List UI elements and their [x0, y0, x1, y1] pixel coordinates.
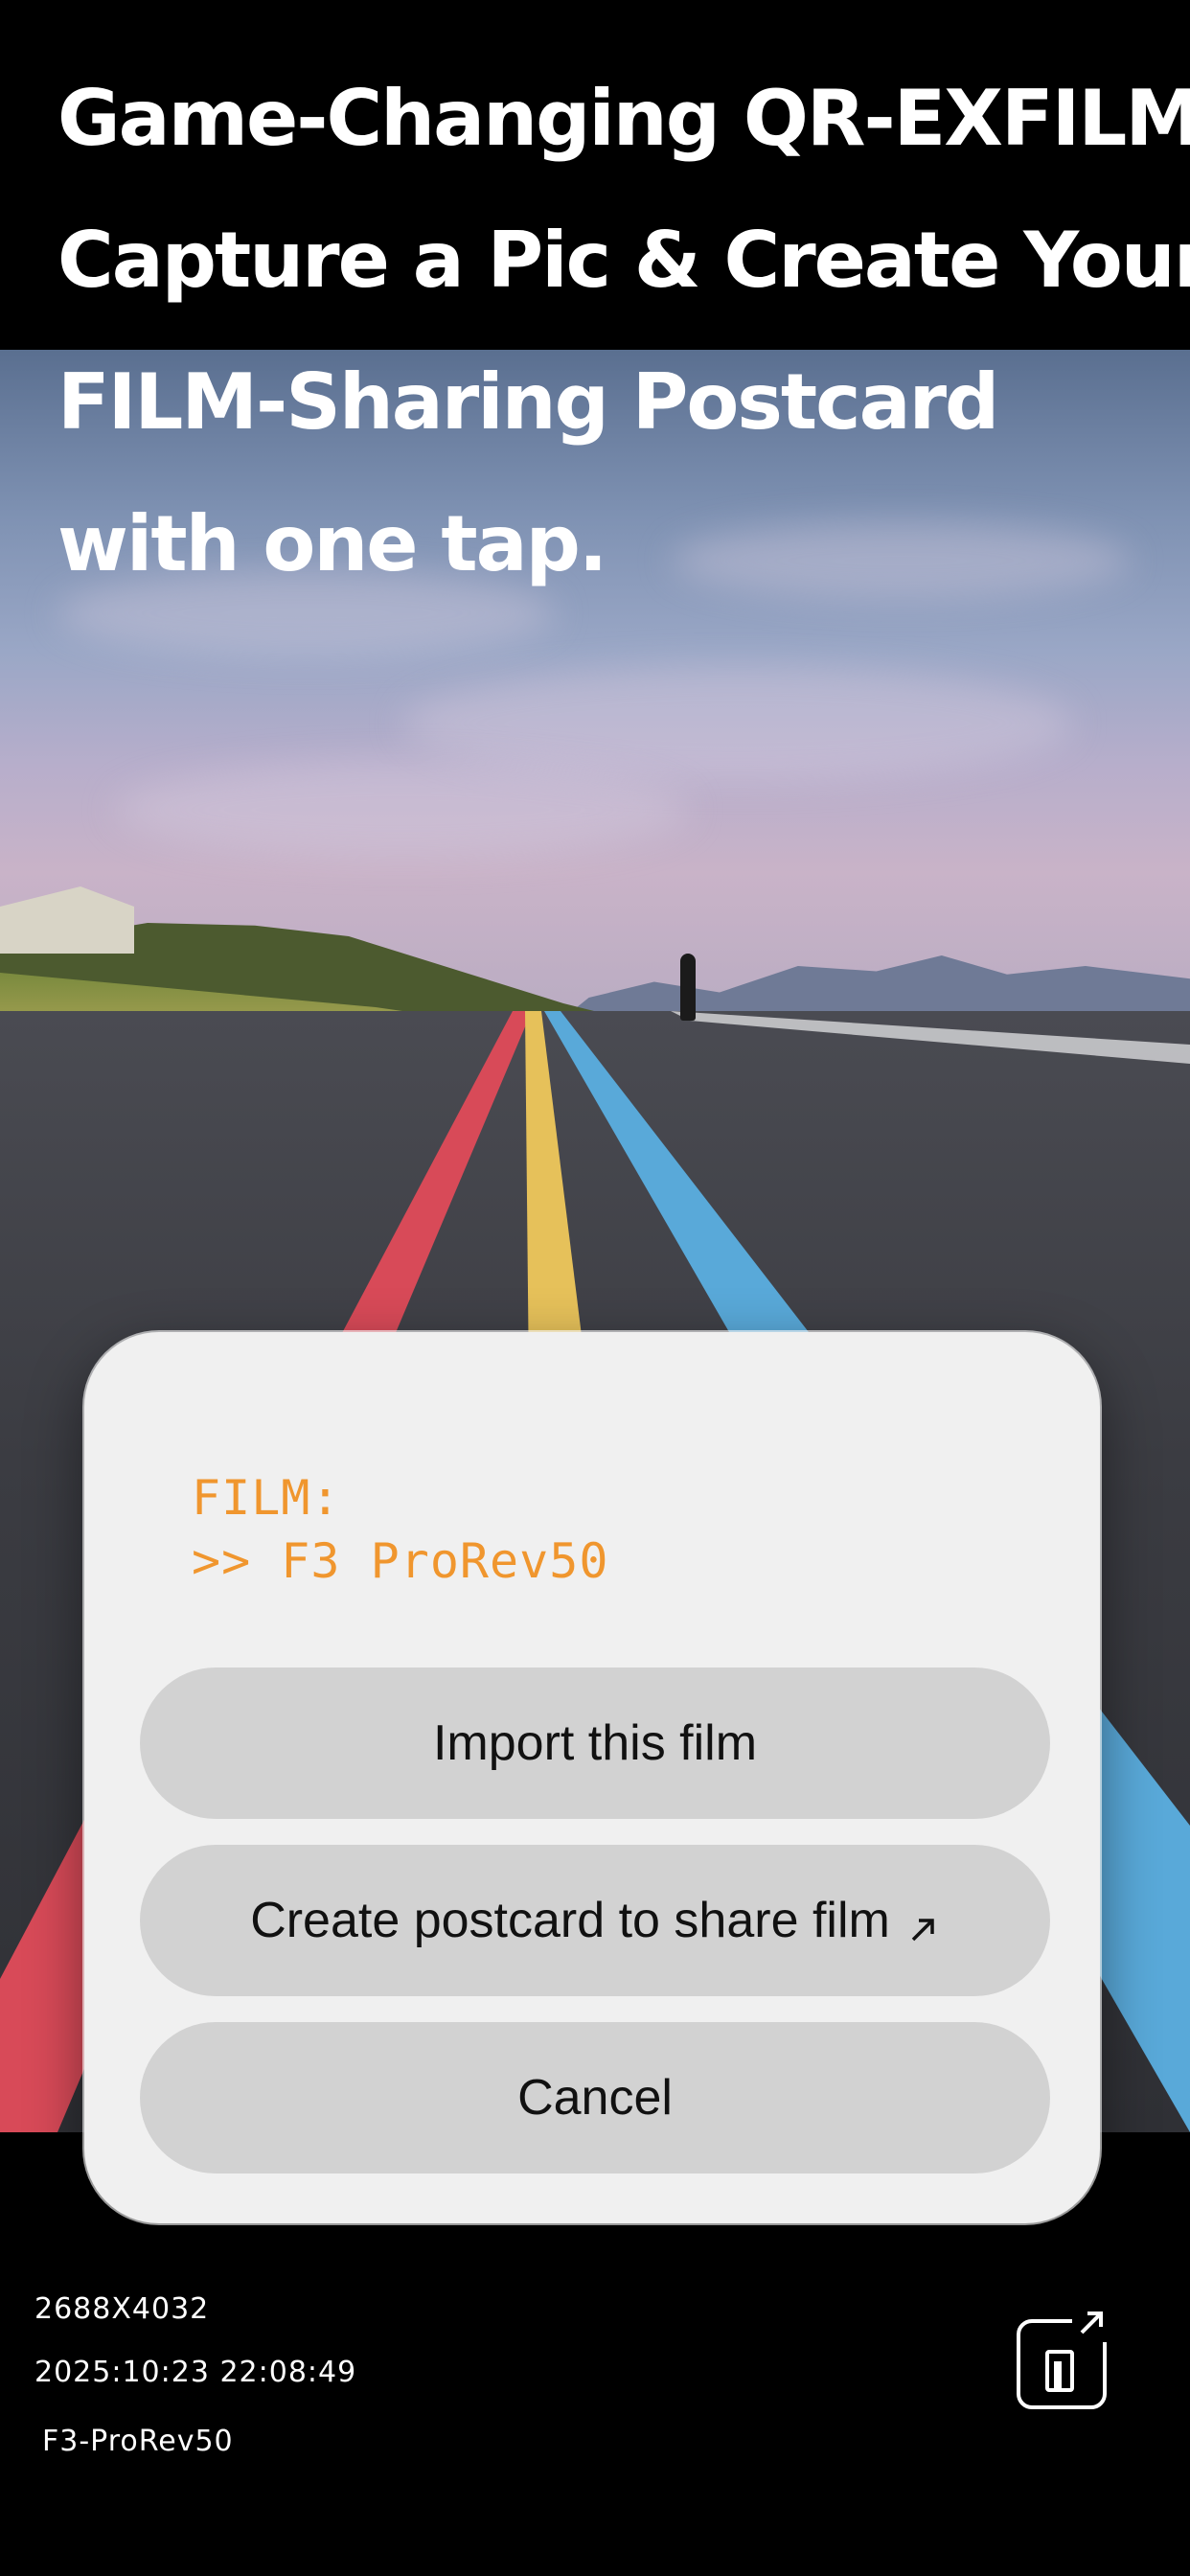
film-info: FILM: >> F3 ProRev50 [192, 1466, 608, 1593]
create-postcard-label: Create postcard to share film [250, 1893, 890, 1948]
headline-line: FILM-Sharing Postcard [57, 357, 999, 447]
photo-datetime: 2025:10:23 22:08:49 [34, 2356, 357, 2389]
headline-line: Capture a Pic & Create Your [57, 216, 1190, 305]
cancel-button[interactable]: Cancel [140, 2022, 1050, 2174]
person [680, 954, 696, 1021]
headline: Game-Changing QR-EXFILM™ Capture a Pic &… [57, 48, 1190, 615]
cloud [402, 666, 1073, 781]
headline-line: with one tap. [57, 499, 607, 588]
arrow-icon [1072, 2304, 1110, 2342]
external-arrow-icon [907, 1900, 940, 1942]
film-share-button[interactable] [1017, 2304, 1110, 2409]
photo-resolution: 2688X4032 [34, 2292, 210, 2326]
cloud [115, 762, 690, 858]
create-postcard-button[interactable]: Create postcard to share film [140, 1845, 1050, 1996]
import-film-button[interactable]: Import this film [140, 1668, 1050, 1819]
film-value: >> F3 ProRev50 [192, 1533, 609, 1589]
film-share-icon [1045, 2350, 1074, 2392]
cancel-label: Cancel [517, 2070, 673, 2126]
film-label: FILM: [192, 1470, 341, 1526]
headline-line: Game-Changing QR-EXFILM™ [57, 74, 1190, 163]
import-film-label: Import this film [432, 1715, 758, 1771]
photo-film-name: F3-ProRev50 [42, 2425, 234, 2458]
film-action-dialog: FILM: >> F3 ProRev50 Import this film Cr… [84, 1332, 1100, 2223]
screen: Game-Changing QR-EXFILM™ Capture a Pic &… [0, 0, 1190, 2576]
